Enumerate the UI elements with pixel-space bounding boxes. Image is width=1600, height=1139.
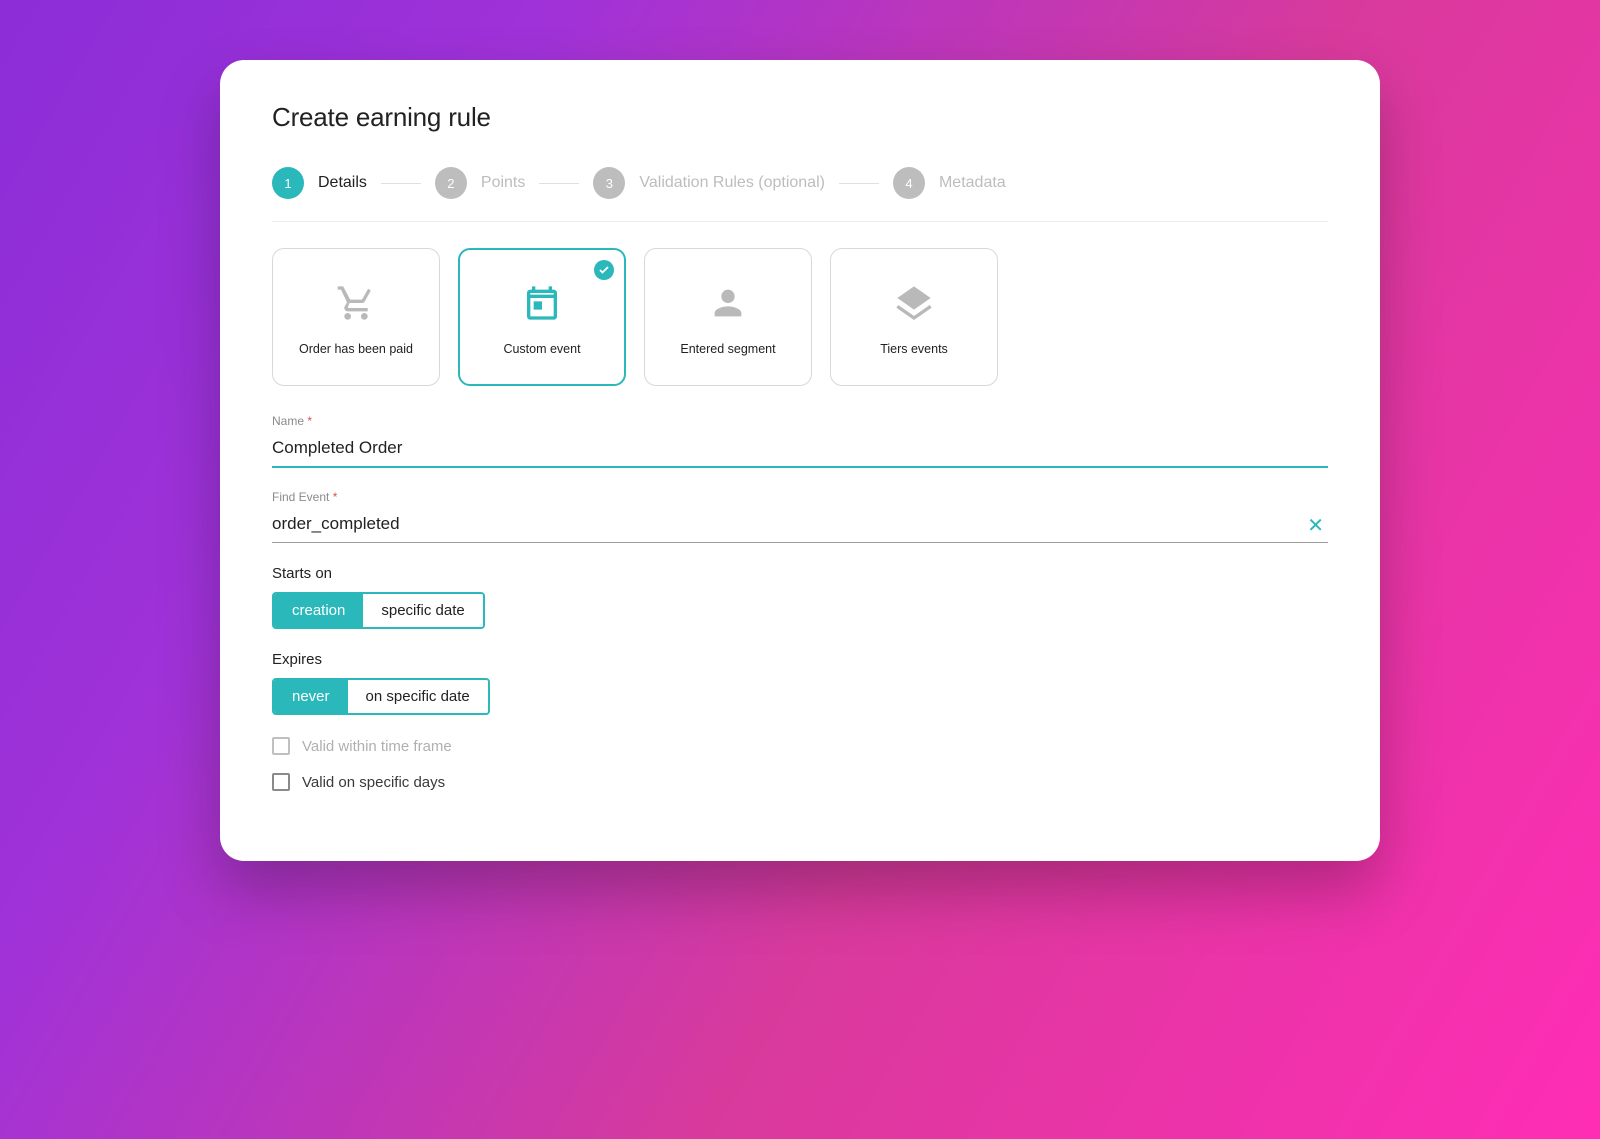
expires-never-button[interactable]: never bbox=[274, 680, 348, 713]
expires-section: Expires never on specific date bbox=[272, 651, 1328, 737]
layers-icon bbox=[894, 278, 934, 328]
name-input[interactable] bbox=[272, 432, 1328, 468]
page-title: Create earning rule bbox=[272, 102, 1328, 133]
step-label: Points bbox=[481, 174, 525, 192]
step-divider bbox=[381, 183, 421, 184]
starts-on-creation-button[interactable]: creation bbox=[274, 594, 363, 627]
step-details[interactable]: 1 Details bbox=[272, 167, 367, 199]
valid-timeframe-checkbox[interactable] bbox=[272, 737, 290, 755]
create-rule-card: Create earning rule 1 Details 2 Points 3… bbox=[220, 60, 1380, 861]
valid-specific-days-label: Valid on specific days bbox=[302, 774, 445, 791]
name-label: Name * bbox=[272, 414, 1328, 428]
step-label: Validation Rules (optional) bbox=[639, 174, 825, 192]
required-marker: * bbox=[333, 490, 338, 504]
find-event-label: Find Event * bbox=[272, 490, 1328, 504]
step-divider bbox=[839, 183, 879, 184]
label-text: Find Event bbox=[272, 490, 329, 504]
step-metadata[interactable]: 4 Metadata bbox=[893, 167, 1006, 199]
card-label: Tiers events bbox=[880, 342, 948, 356]
card-label: Order has been paid bbox=[299, 342, 413, 356]
person-icon bbox=[708, 278, 748, 328]
event-type-selector: Order has been paid Custom event Entered… bbox=[272, 248, 1328, 386]
step-number: 2 bbox=[435, 167, 467, 199]
find-event-input[interactable] bbox=[272, 508, 1328, 543]
valid-specific-days-checkbox[interactable] bbox=[272, 773, 290, 791]
step-label: Details bbox=[318, 174, 367, 192]
card-label: Custom event bbox=[503, 342, 580, 356]
step-divider bbox=[539, 183, 579, 184]
valid-timeframe-label: Valid within time frame bbox=[302, 738, 452, 755]
calendar-icon bbox=[522, 278, 562, 328]
starts-on-toggle: creation specific date bbox=[272, 592, 485, 629]
step-number: 3 bbox=[593, 167, 625, 199]
card-label: Entered segment bbox=[680, 342, 775, 356]
step-number: 4 bbox=[893, 167, 925, 199]
close-icon: ✕ bbox=[1307, 515, 1324, 537]
event-card-order-paid[interactable]: Order has been paid bbox=[272, 248, 440, 386]
clear-event-button[interactable]: ✕ bbox=[1303, 512, 1328, 540]
step-number: 1 bbox=[272, 167, 304, 199]
starts-on-section: Starts on creation specific date bbox=[272, 565, 1328, 651]
find-event-field: Find Event * ✕ bbox=[272, 490, 1328, 543]
starts-on-specific-button[interactable]: specific date bbox=[363, 594, 482, 627]
step-points[interactable]: 2 Points bbox=[435, 167, 525, 199]
check-icon bbox=[594, 260, 614, 280]
expires-label: Expires bbox=[272, 651, 1328, 668]
required-marker: * bbox=[307, 414, 312, 428]
step-label: Metadata bbox=[939, 174, 1006, 192]
event-card-entered-segment[interactable]: Entered segment bbox=[644, 248, 812, 386]
valid-specific-days-row: Valid on specific days bbox=[272, 773, 1328, 791]
cart-icon bbox=[334, 278, 378, 328]
valid-timeframe-row: Valid within time frame bbox=[272, 737, 1328, 755]
label-text: Name bbox=[272, 414, 304, 428]
stepper: 1 Details 2 Points 3 Validation Rules (o… bbox=[272, 167, 1328, 222]
name-field: Name * bbox=[272, 414, 1328, 468]
event-card-custom-event[interactable]: Custom event bbox=[458, 248, 626, 386]
expires-toggle: never on specific date bbox=[272, 678, 490, 715]
step-validation-rules[interactable]: 3 Validation Rules (optional) bbox=[593, 167, 825, 199]
event-card-tiers-events[interactable]: Tiers events bbox=[830, 248, 998, 386]
expires-specific-button[interactable]: on specific date bbox=[348, 680, 488, 713]
starts-on-label: Starts on bbox=[272, 565, 1328, 582]
